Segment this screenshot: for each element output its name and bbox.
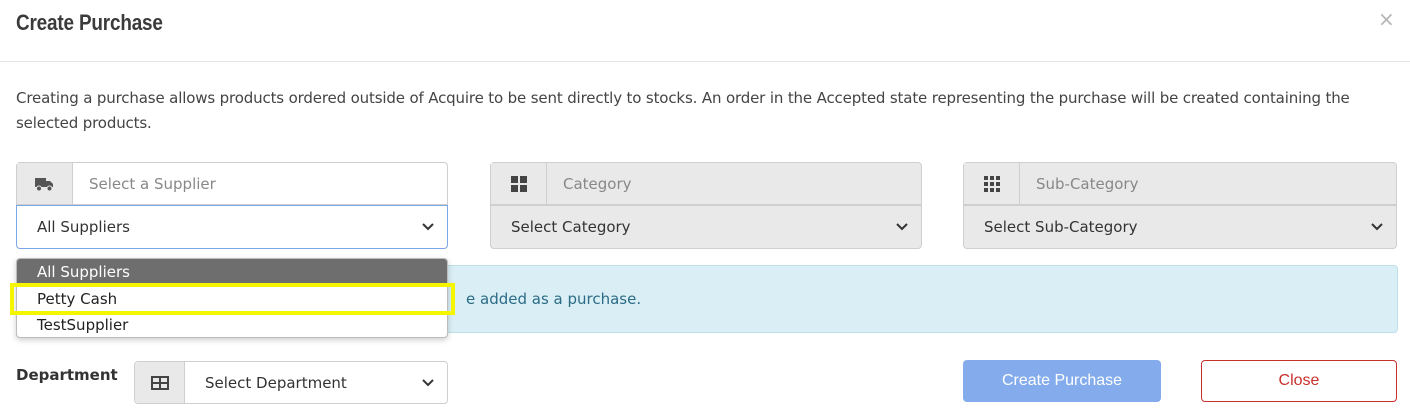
subcategory-search-group: [963, 162, 1397, 205]
subcategory-select-value: Select Sub-Category: [984, 218, 1138, 236]
grid-dots-icon: [964, 163, 1020, 204]
chevron-down-icon: [422, 379, 434, 387]
department-label: Department: [16, 366, 118, 384]
department-select-value: Select Department: [205, 373, 347, 392]
truck-icon: [17, 163, 73, 204]
chevron-down-icon: [1371, 223, 1383, 231]
supplier-option-all-suppliers[interactable]: All Suppliers: [17, 259, 447, 285]
grid-icon: [491, 163, 547, 204]
table-icon: [135, 362, 185, 403]
modal-header: Create Purchase ×: [0, 0, 1410, 62]
category-select[interactable]: Select Category: [490, 205, 922, 249]
description-text: Creating a purchase allows products orde…: [16, 89, 1350, 132]
supplier-option-testsupplier[interactable]: TestSupplier: [17, 312, 447, 337]
department-select[interactable]: Select Department: [185, 362, 447, 403]
supplier-search-input[interactable]: [73, 163, 447, 204]
supplier-select[interactable]: All Suppliers: [16, 205, 448, 249]
modal-title: Create Purchase: [16, 10, 163, 35]
close-icon[interactable]: ×: [1378, 9, 1395, 29]
chevron-down-icon: [896, 223, 908, 231]
category-select-value: Select Category: [511, 218, 631, 236]
chevron-down-icon: [422, 223, 434, 231]
close-button[interactable]: Close: [1201, 360, 1397, 402]
highlight-box: [10, 283, 455, 315]
supplier-select-value: All Suppliers: [37, 218, 130, 236]
category-search-input[interactable]: [547, 163, 921, 204]
category-search-group: [490, 162, 922, 205]
department-group: Select Department: [134, 361, 448, 404]
supplier-search-group: [16, 162, 448, 205]
create-purchase-button[interactable]: Create Purchase: [963, 360, 1161, 402]
subcategory-select[interactable]: Select Sub-Category: [963, 205, 1397, 249]
info-alert-text: e added as a purchase.: [466, 290, 642, 308]
subcategory-search-input[interactable]: [1020, 163, 1396, 204]
